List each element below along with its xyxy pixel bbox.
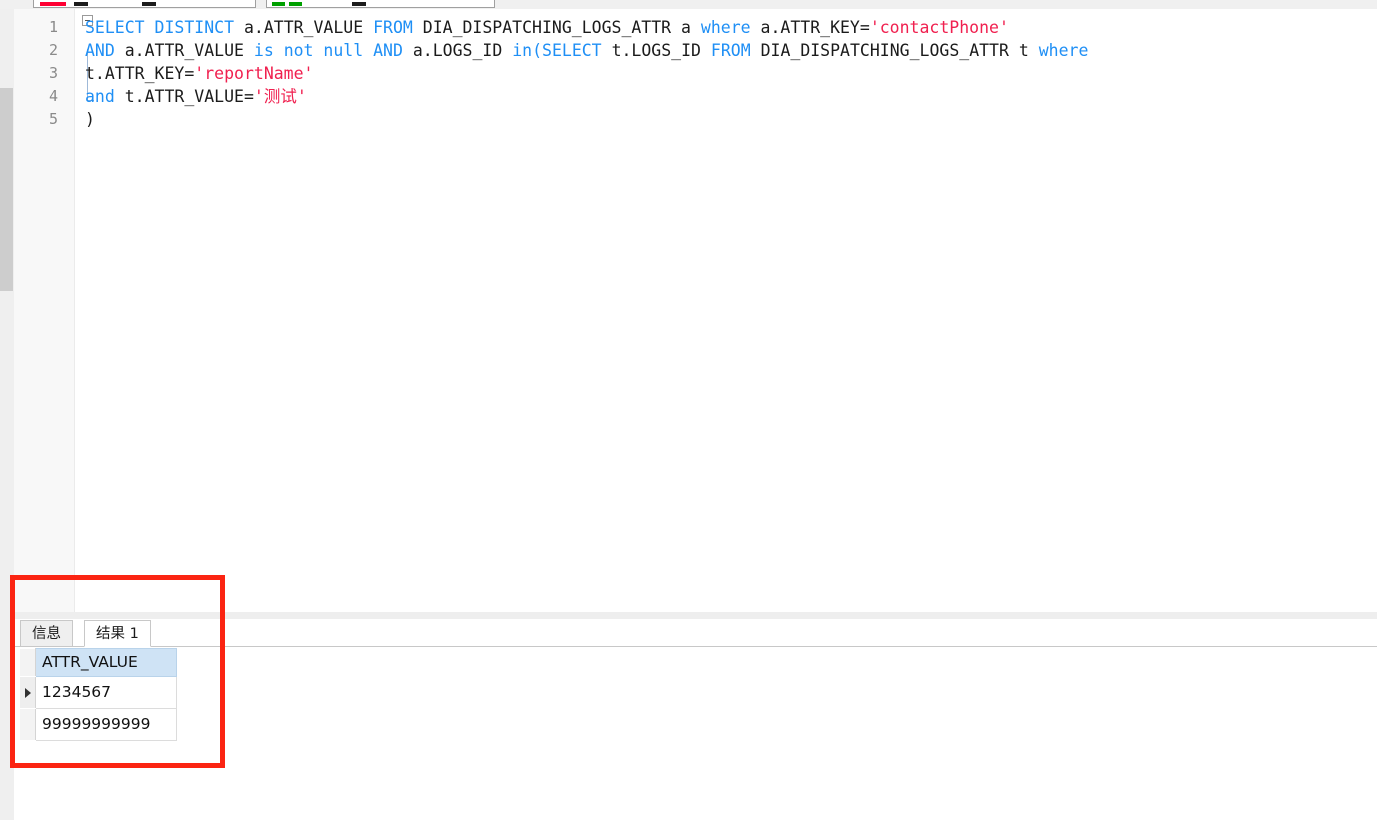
table-header-row: ATTR_VALUE (20, 648, 177, 677)
code-line[interactable]: 4 and t.ATTR_VALUE='测试' (14, 85, 1377, 108)
scrollbar-thumb[interactable] (0, 88, 13, 291)
code-token: 'reportName' (194, 64, 314, 83)
row-selector-header (20, 648, 36, 677)
code-line[interactable]: 2 AND a.ATTR_VALUE is not null AND a.LOGS… (14, 39, 1377, 62)
code-text[interactable]: SELECT DISTINCT a.ATTR_VALUE FROM DIA_DI… (85, 16, 1009, 39)
results-pane: 信息 结果 1 ATTR_VALUE 1234567 99999999999 (14, 619, 1377, 820)
green-swatch-icon-1 (272, 2, 285, 6)
code-token: a.ATTR_KEY= (760, 18, 870, 37)
code-token: a.ATTR_VALUE (124, 41, 254, 60)
row-selector-cell[interactable] (20, 708, 36, 741)
table-row[interactable]: 99999999999 (20, 708, 177, 741)
code-line[interactable]: 1 SELECT DISTINCT a.ATTR_VALUE FROM DIA_D… (14, 16, 1377, 39)
code-token: DIA_DISPATCHING_LOGS_ATTR t (760, 41, 1039, 60)
app-window: 1 SELECT DISTINCT a.ATTR_VALUE FROM DIA_D… (0, 0, 1377, 820)
table-row[interactable]: 1234567 (20, 676, 177, 709)
toolbar-strip (0, 0, 1377, 9)
toolbar-combo-left[interactable] (33, 0, 256, 8)
code-text[interactable]: AND a.ATTR_VALUE is not null AND a.LOGS_… (85, 39, 1088, 62)
table-cell[interactable]: 1234567 (35, 676, 177, 709)
window-vertical-scrollbar[interactable] (0, 9, 14, 820)
code-token: t.LOGS_ID (611, 41, 711, 60)
results-table-body[interactable]: 1234567 99999999999 (20, 676, 177, 741)
code-line[interactable]: 3 t.ATTR_KEY='reportName' (14, 62, 1377, 85)
column-header-attr-value[interactable]: ATTR_VALUE (35, 648, 177, 677)
dark-swatch-icon-3 (352, 2, 366, 6)
code-token: t.ATTR_KEY= (85, 64, 195, 83)
code-token: and (85, 87, 125, 106)
tab-messages[interactable]: 信息 (20, 620, 73, 647)
code-token: where (1038, 41, 1089, 60)
results-table-head: ATTR_VALUE (20, 648, 177, 677)
editor-code-lines[interactable]: 1 SELECT DISTINCT a.ATTR_VALUE FROM DIA_D… (14, 16, 1377, 131)
tabstrip-rule (14, 646, 1377, 647)
table-cell[interactable]: 99999999999 (35, 708, 177, 741)
toolbar-combo-right[interactable] (266, 0, 495, 8)
results-tabstrip: 信息 结果 1 (14, 619, 1377, 647)
code-token: t.ATTR_VALUE= (124, 87, 254, 106)
pane-splitter[interactable] (14, 612, 1377, 619)
code-line[interactable]: 5) (14, 108, 1377, 131)
dark-swatch-icon-2 (142, 2, 156, 6)
results-grid[interactable]: ATTR_VALUE 1234567 99999999999 (20, 648, 177, 741)
red-swatch-icon (40, 2, 66, 6)
tab-result-1[interactable]: 结果 1 (84, 620, 151, 647)
code-token: SELECT (542, 41, 612, 60)
code-token: ) (85, 110, 95, 129)
code-token: 'contactPhone' (869, 18, 1009, 37)
line-number: 3 (48, 64, 58, 82)
code-token: DIA_DISPATCHING_LOGS_ATTR a (422, 18, 701, 37)
code-token: a.ATTR_VALUE (243, 18, 374, 37)
code-text[interactable]: ) (85, 108, 95, 131)
line-number: 4 (48, 87, 58, 105)
code-token: AND (373, 41, 413, 60)
code-token: a.LOGS_ID (412, 41, 513, 60)
code-token: SELECT DISTINCT (85, 18, 244, 37)
code-token: where (700, 18, 761, 37)
code-text[interactable]: t.ATTR_KEY='reportName' (85, 62, 314, 85)
code-token: is not null (253, 41, 374, 60)
results-table[interactable]: ATTR_VALUE 1234567 99999999999 (20, 648, 177, 741)
code-token: in( (512, 41, 543, 60)
code-token: FROM (710, 41, 761, 60)
code-token: AND (85, 41, 125, 60)
code-text[interactable]: and t.ATTR_VALUE='测试' (85, 85, 307, 108)
line-number: 5 (48, 110, 58, 128)
row-selector-cell[interactable] (20, 676, 36, 709)
line-number: 1 (48, 18, 58, 36)
line-number: 2 (48, 41, 58, 59)
current-row-arrow-icon (24, 688, 31, 698)
code-token: '测试' (253, 87, 307, 106)
code-token: FROM (373, 18, 423, 37)
green-swatch-icon-2 (289, 2, 302, 6)
dark-swatch-icon-1 (74, 2, 88, 6)
